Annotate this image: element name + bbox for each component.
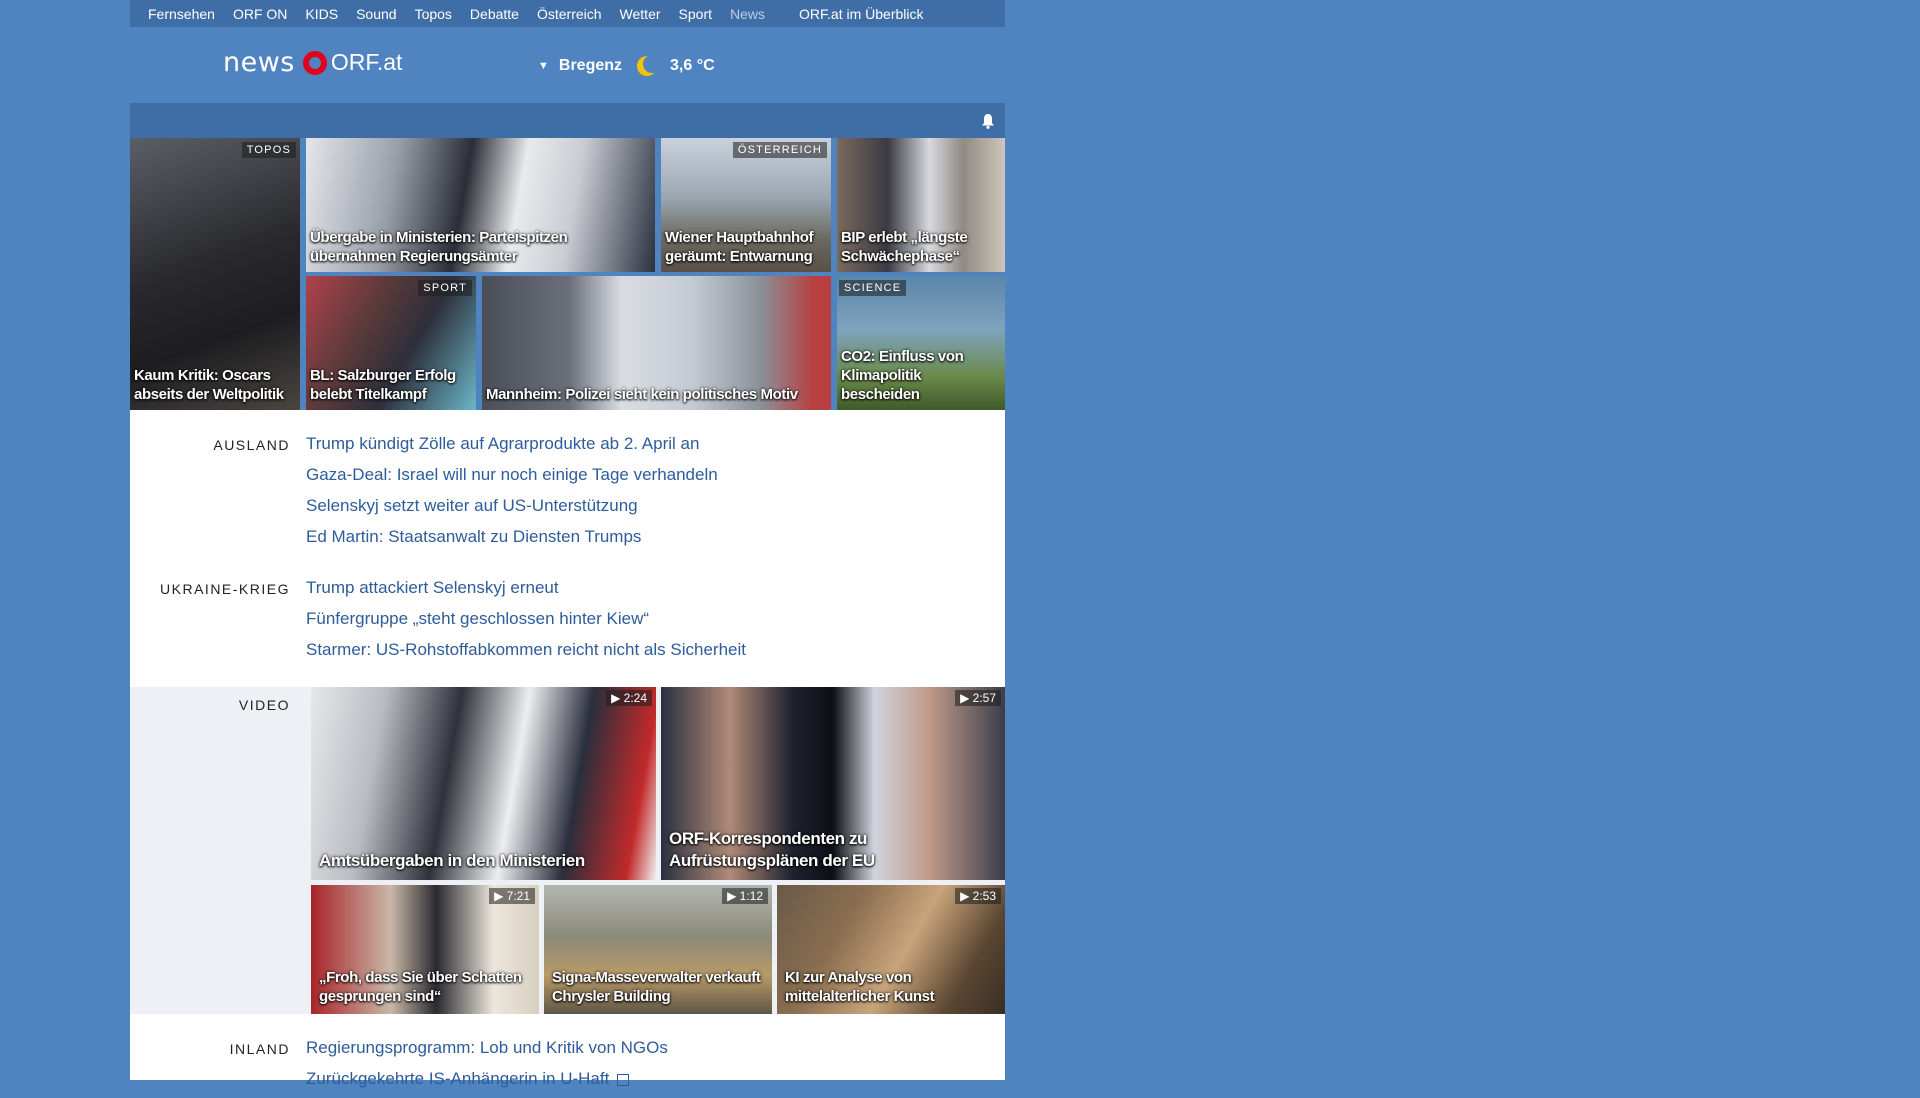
nav-debatte[interactable]: Debatte (470, 6, 519, 22)
video-tile-amtsuebergaben[interactable]: ▶ 2:24 Amtsübergaben in den Ministerien (311, 687, 656, 880)
video-duration: ▶ 2:53 (955, 888, 1001, 904)
news-orf-logo[interactable]: news ORF.at (223, 47, 402, 78)
tile-caption: Wiener Hauptbahnhof geräumt: Entwarnung (665, 229, 814, 265)
weather-widget[interactable]: ▼ Bregenz 3,6 °C (538, 55, 715, 77)
tile-caption: BIP erlebt „längste Schwächephase“ (841, 229, 968, 265)
site-header: news ORF.at ▼ Bregenz 3,6 °C (130, 27, 1005, 103)
nav-orf-on[interactable]: ORF ON (233, 6, 287, 22)
nav-overview[interactable]: ORF.at im Überblick (799, 6, 923, 22)
video-duration: ▶ 2:57 (955, 690, 1001, 706)
section-ukraine-links: Trump attackiert Selenskyj erneut Fünfer… (306, 576, 746, 669)
nav-sound[interactable]: Sound (356, 6, 396, 22)
headline-link[interactable]: Starmer: US-Rohstoffabkommen reicht nich… (306, 638, 746, 669)
tile-tag: TOPOS (241, 142, 296, 158)
headline-link[interactable]: Fünfergruppe „steht geschlossen hinter K… (306, 607, 746, 638)
headline-link[interactable]: Selenskyj setzt weiter auf US-Unterstütz… (306, 494, 718, 525)
section-inland-links: Regierungsprogramm: Lob und Kritik von N… (306, 1036, 668, 1098)
tile-caption: Kaum Kritik: Oscars abseits der Weltpoli… (134, 367, 284, 403)
headline-link[interactable]: Regierungsprogramm: Lob und Kritik von N… (306, 1036, 668, 1067)
nav-kids[interactable]: KIDS (305, 6, 338, 22)
nav-wetter[interactable]: Wetter (620, 6, 661, 22)
story-tile-co2[interactable]: SCIENCE CO2: Einfluss von Klimapolitik b… (837, 276, 1005, 410)
news-content: AUSLAND Trump kündigt Zölle auf Agrarpro… (130, 410, 1005, 1088)
section-label-ausland: AUSLAND (213, 437, 290, 453)
headline-link[interactable]: Trump attackiert Selenskyj erneut (306, 576, 746, 607)
moon-icon (637, 55, 659, 76)
headline-link[interactable]: Ed Martin: Staatsanwalt zu Diensten Trum… (306, 525, 718, 556)
video-tile-korrespondenten[interactable]: ▶ 2:57 ORF-Korrespondenten zu Aufrüstung… (661, 687, 1005, 880)
nav-fernsehen[interactable]: Fernsehen (148, 6, 215, 22)
video-duration: ▶ 2:24 (606, 690, 652, 706)
tile-caption: Mannheim: Polizei sieht kein politisches… (486, 386, 798, 403)
video-caption: Amtsübergaben in den Ministerien (319, 851, 585, 870)
section-label-video: VIDEO (238, 697, 290, 713)
story-tile-oscars[interactable]: TOPOS Kaum Kritik: Oscars abseits der We… (130, 138, 300, 410)
tile-tag: SPORT (418, 280, 472, 296)
story-tile-salzburg[interactable]: SPORT BL: Salzburger Erfolg belebt Titel… (306, 276, 476, 410)
video-caption: Signa-Masseverwalter verkauft Chrysler B… (552, 969, 761, 1005)
headline-link-external[interactable]: Zurückgekehrte IS-Anhängerin in U-Haft (306, 1067, 668, 1098)
story-tile-ministerien[interactable]: Übergabe in Ministerien: Parteispitzen ü… (306, 138, 655, 272)
duration-text: 2:57 (972, 691, 996, 705)
weather-temperature: 3,6 °C (670, 57, 715, 74)
video-caption: KI zur Analyse von mittelalterlicher Kun… (785, 969, 935, 1005)
headline-link[interactable]: Trump kündigt Zölle auf Agrarprodukte ab… (306, 432, 718, 463)
video-tile-signa[interactable]: ▶ 1:12 Signa-Masseverwalter verkauft Chr… (544, 885, 772, 1014)
dropdown-triangle-icon: ▼ (538, 60, 549, 72)
nav-topos[interactable]: Topos (415, 6, 452, 22)
header-strip (130, 103, 1005, 138)
nav-oesterreich[interactable]: Österreich (537, 6, 602, 22)
weather-location: Bregenz (558, 57, 623, 74)
nav-news[interactable]: News (730, 6, 765, 22)
story-tile-mannheim[interactable]: Mannheim: Polizei sieht kein politisches… (482, 276, 831, 410)
video-duration: ▶ 1:12 (722, 888, 768, 904)
video-caption: „Froh, dass Sie über Schatten gesprungen… (319, 969, 522, 1005)
logo-orf-text: ORF.at (330, 49, 403, 75)
tile-tag: SCIENCE (839, 280, 907, 296)
tile-caption: CO2: Einfluss von Klimapolitik bescheide… (841, 348, 964, 403)
page: Fernsehen ORF ON KIDS Sound Topos Debatt… (130, 0, 1005, 1088)
duration-text: 1:12 (739, 889, 763, 903)
headline-text: Zurückgekehrte IS-Anhängerin in U-Haft (306, 1069, 610, 1088)
tile-tag: ÖSTERREICH (732, 142, 827, 158)
tile-caption: BL: Salzburger Erfolg belebt Titelkampf (310, 367, 456, 403)
tile-caption: Übergabe in Ministerien: Parteispitzen ü… (310, 229, 568, 265)
section-label-ukraine: UKRAINE-KRIEG (160, 581, 290, 597)
nav-sport[interactable]: Sport (679, 6, 712, 22)
headline-link[interactable]: Gaza-Deal: Israel will nur noch einige T… (306, 463, 718, 494)
story-tile-bip[interactable]: BIP erlebt „längste Schwächephase“ (837, 138, 1005, 272)
orf-ring-icon (302, 50, 327, 75)
duration-text: 7:21 (506, 889, 530, 903)
section-ausland-links: Trump kündigt Zölle auf Agrarprodukte ab… (306, 432, 718, 556)
story-tile-hauptbahnhof[interactable]: ÖSTERREICH Wiener Hauptbahnhof geräumt: … (661, 138, 831, 272)
video-caption: ORF-Korrespondenten zu Aufrüstungsplänen… (669, 829, 875, 870)
section-label-inland: INLAND (229, 1041, 290, 1057)
duration-text: 2:24 (623, 691, 647, 705)
video-tile-ki-kunst[interactable]: ▶ 2:53 KI zur Analyse von mittelalterlic… (777, 885, 1005, 1014)
logo-news-text: news (223, 47, 295, 78)
top-navigation: Fernsehen ORF ON KIDS Sound Topos Debatt… (130, 0, 1005, 27)
duration-text: 2:53 (972, 889, 996, 903)
video-duration: ▶ 7:21 (489, 888, 535, 904)
video-tile-froh[interactable]: ▶ 7:21 „Froh, dass Sie über Schatten ges… (311, 885, 539, 1014)
bell-icon[interactable] (981, 113, 995, 129)
